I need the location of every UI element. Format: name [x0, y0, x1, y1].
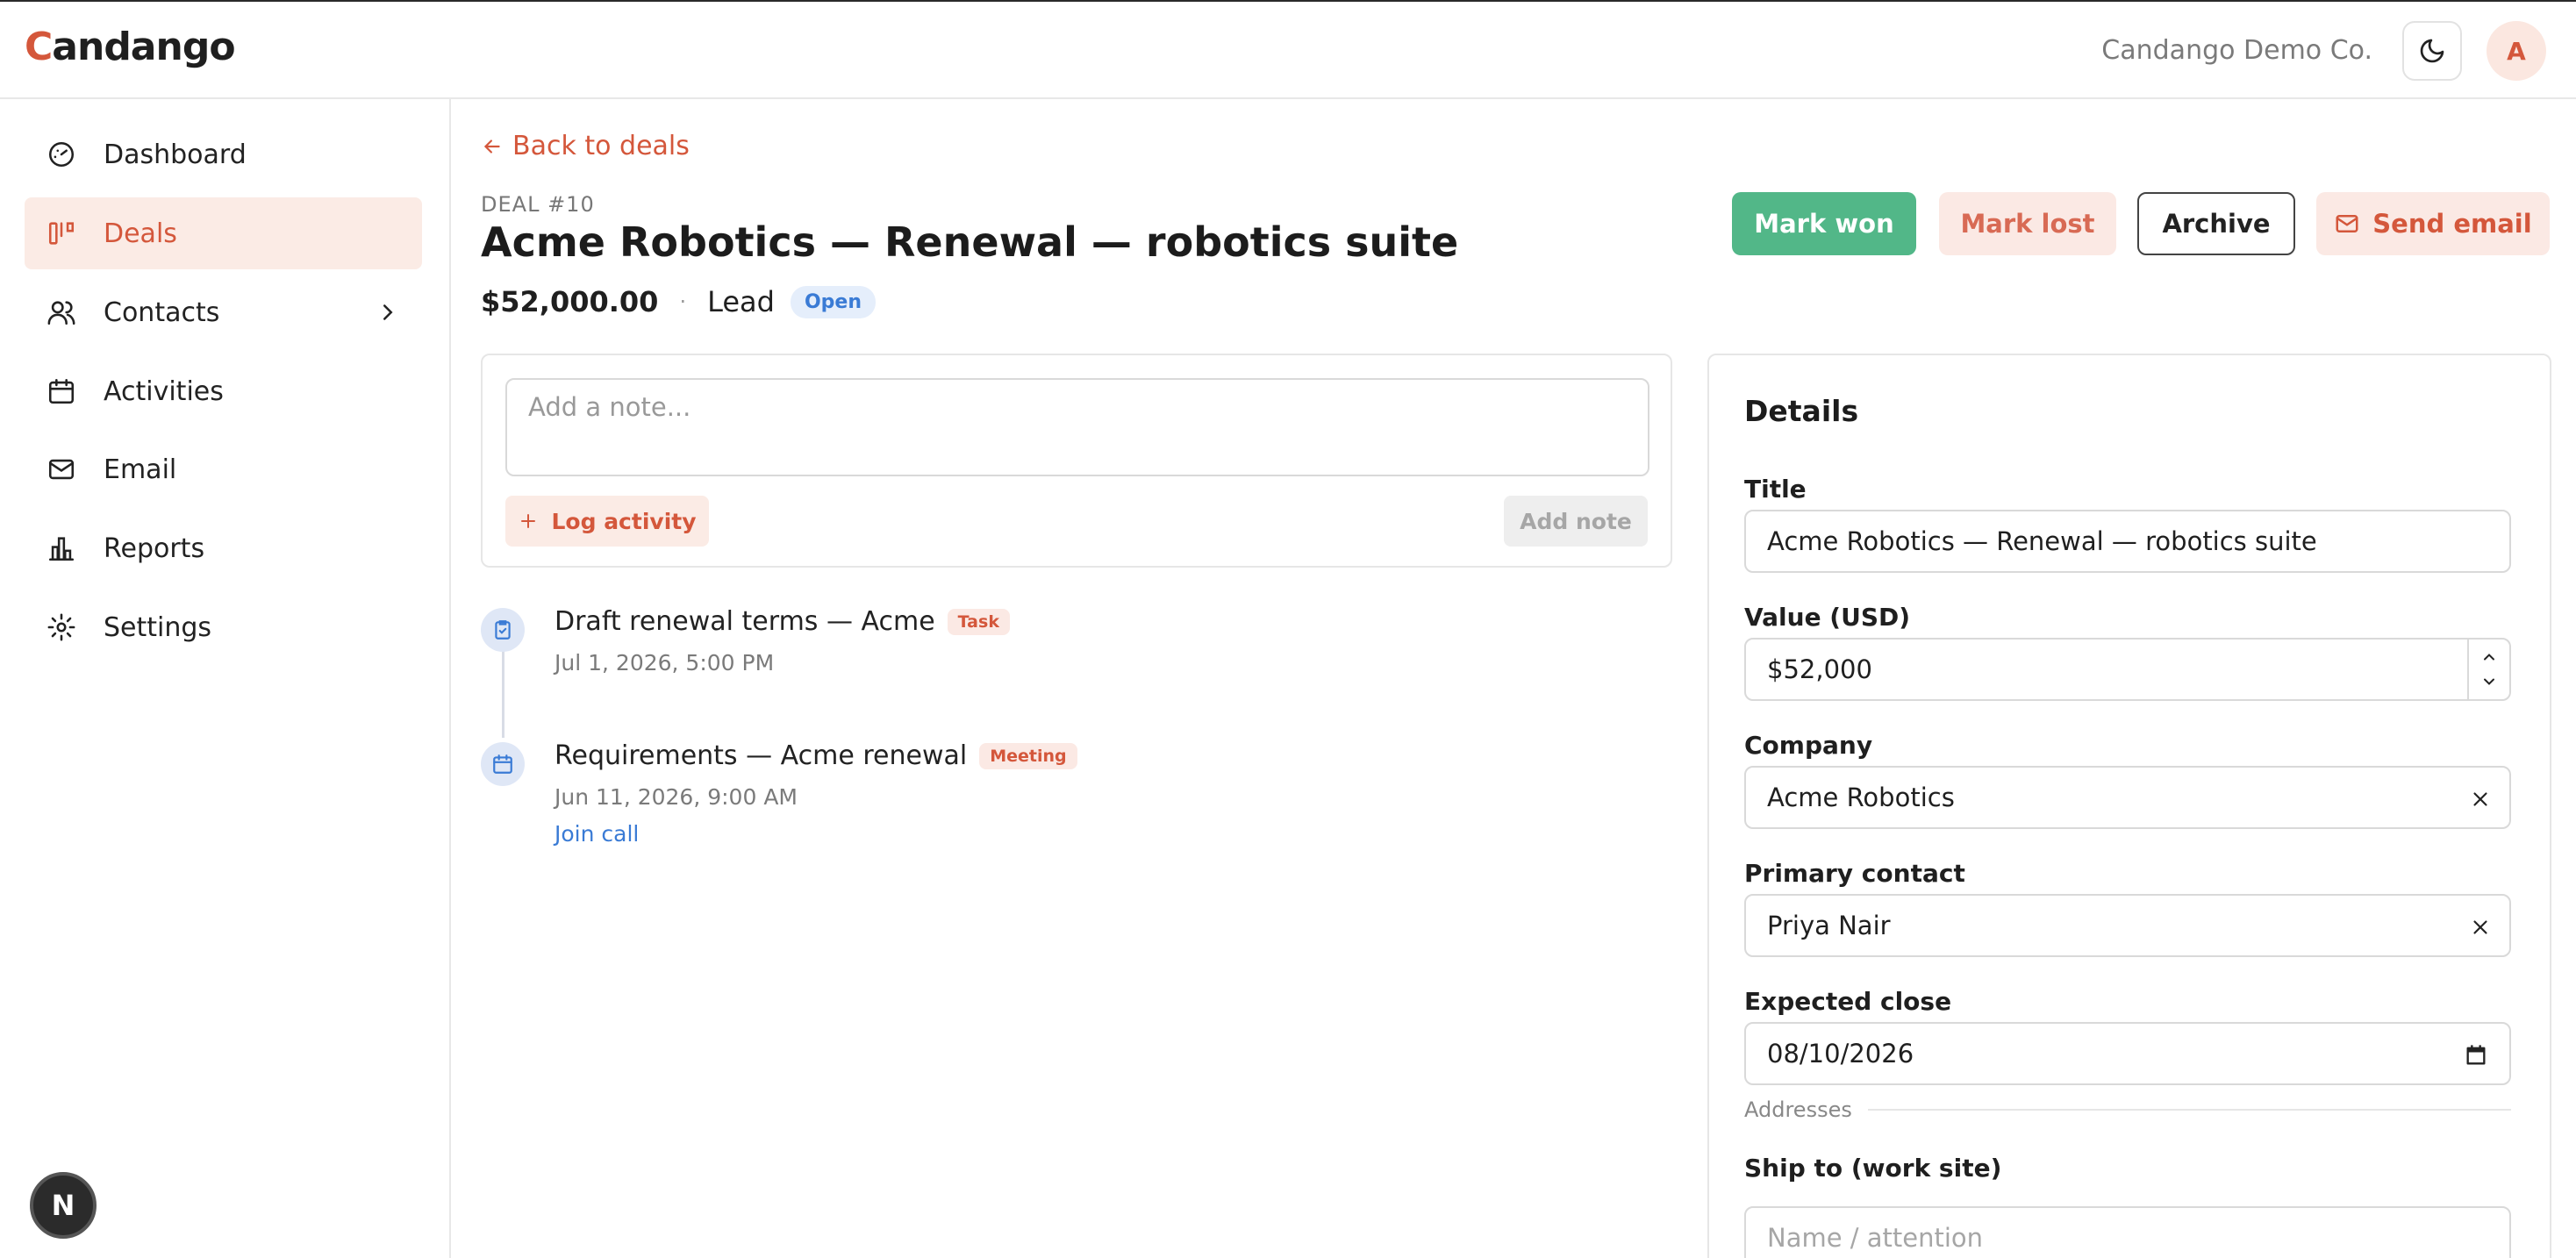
- ship-to-name-input[interactable]: Name / attention: [1744, 1206, 2511, 1258]
- timeline-time: Jun 11, 2026, 9:00 AM: [555, 784, 798, 810]
- archive-button[interactable]: Archive: [2137, 192, 2295, 255]
- sidebar-item-label: Reports: [104, 533, 205, 564]
- sidebar-item-settings[interactable]: Settings: [25, 591, 422, 663]
- value-label: Value (USD): [1744, 603, 1911, 632]
- add-note-button[interactable]: Add note: [1504, 496, 1648, 547]
- sidebar-item-label: Deals: [104, 218, 177, 249]
- status-badge: Open: [790, 285, 876, 318]
- sidebar-item-contacts[interactable]: Contacts: [25, 276, 422, 348]
- sidebar-item-label: Activities: [104, 375, 224, 407]
- timeline-title: Draft renewal terms — Acme: [555, 606, 935, 637]
- sidebar-item-activities[interactable]: Activities: [25, 355, 422, 427]
- back-label: Back to deals: [512, 131, 690, 161]
- main-content: Back to deals DEAL #10 Acme Robotics — R…: [481, 99, 2551, 1258]
- top-bar: Candango Candango Demo Co. A: [0, 0, 2576, 99]
- sidebar: Dashboard Deals Contacts Activities Emai…: [0, 99, 451, 1258]
- chevron-up-icon[interactable]: [2480, 648, 2498, 666]
- dev-tools-badge[interactable]: N: [30, 1172, 97, 1239]
- logo-text: andango: [52, 25, 235, 69]
- primary-contact-select[interactable]: Priya Nair: [1744, 894, 2511, 957]
- log-activity-button[interactable]: Log activity: [505, 496, 709, 547]
- arrow-left-icon: [483, 139, 500, 154]
- value-text: $52,000: [1767, 654, 1872, 684]
- users-icon: [46, 297, 77, 328]
- note-input[interactable]: Add a note...: [505, 378, 1649, 476]
- expected-close-value: 08/10/2026: [1767, 1039, 1914, 1069]
- value-input[interactable]: $52,000: [1744, 638, 2511, 701]
- company-label: Company: [1744, 731, 1873, 760]
- addresses-label: Addresses: [1744, 1097, 1852, 1122]
- logo-initial: C: [25, 25, 53, 69]
- sidebar-item-label: Settings: [104, 611, 212, 643]
- details-heading: Details: [1744, 394, 1859, 428]
- company-select[interactable]: Acme Robotics: [1744, 766, 2511, 829]
- back-to-deals-link[interactable]: Back to deals: [481, 131, 690, 161]
- task-icon: [481, 608, 525, 652]
- gauge-icon: [46, 139, 77, 170]
- mark-lost-button[interactable]: Mark lost: [1939, 192, 2116, 255]
- addresses-divider: Addresses: [1744, 1097, 2511, 1122]
- sidebar-item-label: Email: [104, 454, 177, 485]
- mark-won-button[interactable]: Mark won: [1732, 192, 1916, 255]
- divider-line: [1867, 1109, 2511, 1111]
- close-icon[interactable]: [2469, 915, 2492, 945]
- meta-separator: ·: [679, 289, 687, 314]
- note-composer: Add a note... Log activity Add note: [481, 354, 1672, 568]
- log-activity-label: Log activity: [551, 508, 697, 534]
- company-name: Candango Demo Co.: [2101, 35, 2372, 66]
- gear-icon: [46, 611, 77, 643]
- activity-type-badge: Task: [947, 608, 1010, 635]
- theme-toggle-button[interactable]: [2402, 21, 2462, 81]
- join-call-link[interactable]: Join call: [555, 821, 639, 847]
- timeline-time: Jul 1, 2026, 5:00 PM: [555, 650, 775, 675]
- primary-contact-value: Priya Nair: [1767, 911, 1891, 940]
- title-input[interactable]: Acme Robotics — Renewal — robotics suite: [1744, 510, 2511, 573]
- sidebar-item-dashboard[interactable]: Dashboard: [25, 118, 422, 190]
- moon-icon: [2420, 39, 2444, 63]
- chevron-right-icon[interactable]: [375, 299, 401, 332]
- bar-chart-icon: [46, 533, 77, 564]
- company-value: Acme Robotics: [1767, 783, 1955, 812]
- sidebar-item-email[interactable]: Email: [25, 433, 422, 505]
- timeline-title: Requirements — Acme renewal: [555, 740, 968, 771]
- plus-icon: [521, 514, 536, 528]
- send-email-label: Send email: [2372, 209, 2532, 239]
- app-logo[interactable]: Candango: [25, 25, 236, 69]
- deal-stage: Lead: [707, 285, 775, 318]
- page-title: Acme Robotics — Renewal — robotics suite: [481, 218, 1459, 266]
- mail-icon: [2336, 215, 2358, 232]
- send-email-button[interactable]: Send email: [2316, 192, 2550, 255]
- deal-number: DEAL #10: [481, 192, 595, 217]
- chevron-down-icon[interactable]: [2480, 673, 2498, 690]
- deal-meta: $52,000.00 · Lead Open: [481, 285, 876, 318]
- activity-type-badge: Meeting: [979, 742, 1077, 769]
- deal-amount: $52,000.00: [481, 285, 659, 318]
- calendar-icon: [481, 742, 525, 786]
- sidebar-item-label: Contacts: [104, 297, 220, 328]
- mail-icon: [46, 454, 77, 485]
- value-stepper[interactable]: [2467, 640, 2509, 699]
- expected-close-label: Expected close: [1744, 987, 1952, 1016]
- user-avatar[interactable]: A: [2487, 21, 2546, 81]
- kanban-icon: [46, 218, 77, 249]
- calendar-icon: [46, 375, 77, 407]
- sidebar-item-deals[interactable]: Deals: [25, 197, 422, 269]
- sidebar-item-label: Dashboard: [104, 139, 247, 170]
- primary-contact-label: Primary contact: [1744, 859, 1965, 888]
- close-icon[interactable]: [2469, 787, 2492, 817]
- timeline-connector: [502, 641, 504, 738]
- details-panel: Details Title Acme Robotics — Renewal — …: [1707, 354, 2551, 1258]
- expected-close-date-input[interactable]: 08/10/2026: [1744, 1022, 2511, 1085]
- sidebar-item-reports[interactable]: Reports: [25, 512, 422, 584]
- calendar-icon[interactable]: [2464, 1043, 2488, 1074]
- title-label: Title: [1744, 475, 1807, 504]
- ship-to-label: Ship to (work site): [1744, 1154, 2002, 1183]
